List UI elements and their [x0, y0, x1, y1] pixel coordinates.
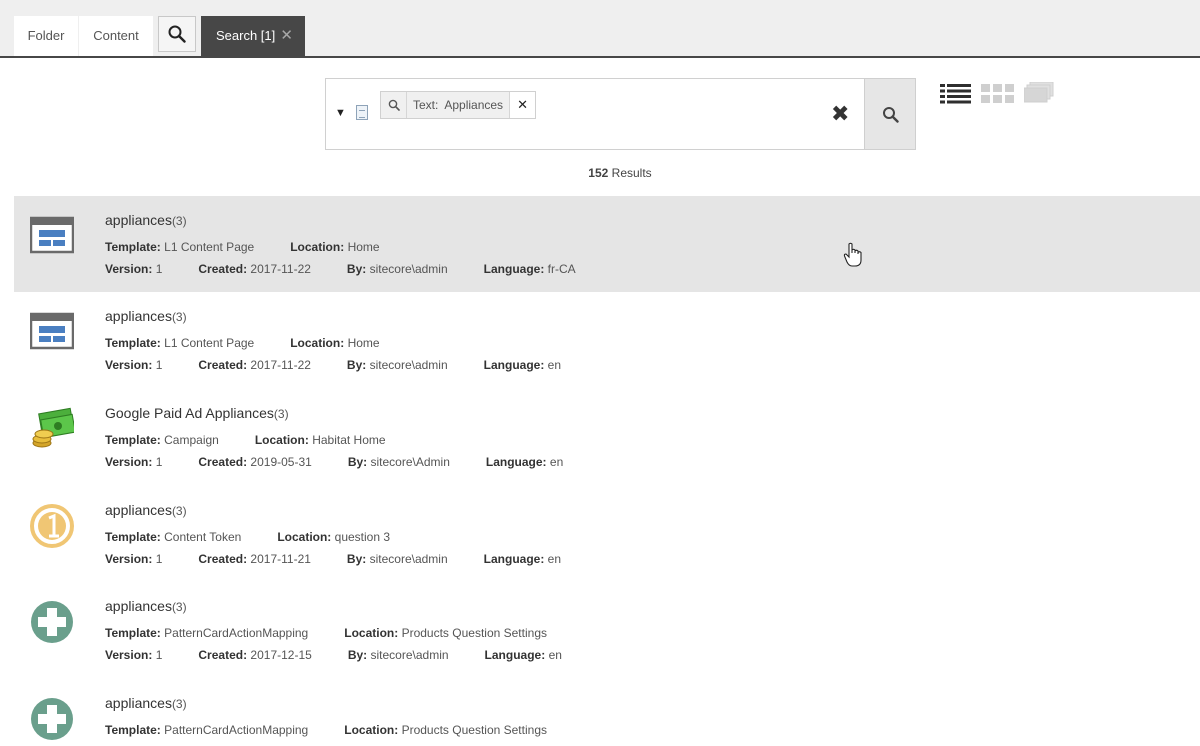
result-row[interactable]: appliances(3) Template: PatternCardActio…	[14, 679, 1200, 746]
search-button[interactable]	[864, 78, 916, 150]
result-title[interactable]: appliances(3)	[105, 502, 187, 518]
result-row[interactable]: Google Paid Ad Appliances(3) Template: C…	[14, 389, 1200, 485]
result-row[interactable]: appliances(3) Template: Content Token Loc…	[14, 486, 1200, 582]
result-details: Version: 1 Created: 2017-12-15 By: sitecor…	[105, 648, 562, 662]
new-search-button[interactable]	[158, 16, 196, 52]
result-meta: Template: L1 Content Page Location: Home	[105, 240, 380, 254]
tab-bar: Folder Content Search [1] ✕	[0, 0, 1200, 58]
result-title[interactable]: appliances(3)	[105, 308, 187, 324]
result-row[interactable]: appliances(3) Template: L1 Content Page L…	[14, 196, 1200, 292]
search-icon	[168, 25, 186, 43]
result-title[interactable]: appliances(3)	[105, 212, 187, 228]
stacked-view-icon[interactable]	[1024, 82, 1054, 104]
hand-cursor-icon	[843, 242, 862, 267]
results-label: Results	[611, 166, 652, 180]
page-layout-icon	[30, 312, 74, 350]
search-box[interactable]: ▼ Text: Appliances ✕ ✖	[325, 78, 916, 150]
money-coins-icon	[32, 407, 74, 448]
document-icon[interactable]	[356, 105, 368, 120]
result-details: Version: 1 Created: 2017-11-22 By: sitecor…	[105, 262, 576, 276]
plus-circle-icon	[31, 698, 73, 740]
close-tab-icon[interactable]: ✕	[280, 16, 293, 56]
result-details: Version: 1 Created: 2017-11-22 By: sitecor…	[105, 358, 562, 372]
result-meta: Template: PatternCardActionMapping Locati…	[105, 723, 547, 737]
result-details: Version: 1 Created: 2017-11-21 By: sitecor…	[105, 552, 562, 566]
search-icon	[882, 106, 899, 123]
clear-search-icon[interactable]: ✖	[831, 101, 849, 127]
dropdown-arrow-icon[interactable]: ▼	[335, 107, 346, 119]
result-details: Version: 1 Created: 2019-05-31 By: sitecor…	[105, 455, 564, 469]
token-coin-icon	[30, 504, 74, 548]
result-meta: Template: Campaign Location: Habitat Home	[105, 433, 386, 447]
tab-content[interactable]: Content	[79, 16, 153, 56]
chip-search-icon	[381, 92, 407, 118]
remove-filter-icon[interactable]: ✕	[509, 92, 536, 118]
tab-search[interactable]: Search [1] ✕	[201, 16, 305, 56]
result-row[interactable]: appliances(3) Template: PatternCardActio…	[14, 582, 1200, 678]
result-meta: Template: PatternCardActionMapping Locati…	[105, 626, 547, 640]
result-title[interactable]: appliances(3)	[105, 598, 187, 614]
chip-value: Appliances	[444, 98, 504, 112]
result-meta: Template: L1 Content Page Location: Home	[105, 336, 380, 350]
page-layout-icon	[30, 216, 74, 254]
result-title[interactable]: Google Paid Ad Appliances(3)	[105, 405, 289, 421]
grid-view-icon[interactable]	[981, 84, 1014, 104]
result-row[interactable]: appliances(3) Template: L1 Content Page L…	[14, 292, 1200, 388]
result-title[interactable]: appliances(3)	[105, 695, 187, 711]
result-meta: Template: Content Token Location: questio…	[105, 530, 391, 544]
tab-folder[interactable]: Folder	[14, 16, 78, 56]
list-view-icon[interactable]	[940, 84, 971, 104]
chip-label: Text:	[413, 98, 439, 112]
results-count: 152 Results	[0, 166, 1200, 180]
search-filter-chip: Text: Appliances ✕	[380, 91, 537, 119]
tab-search-label: Search [1]	[216, 28, 276, 43]
plus-circle-icon	[31, 601, 73, 643]
results-number: 152	[588, 166, 609, 180]
